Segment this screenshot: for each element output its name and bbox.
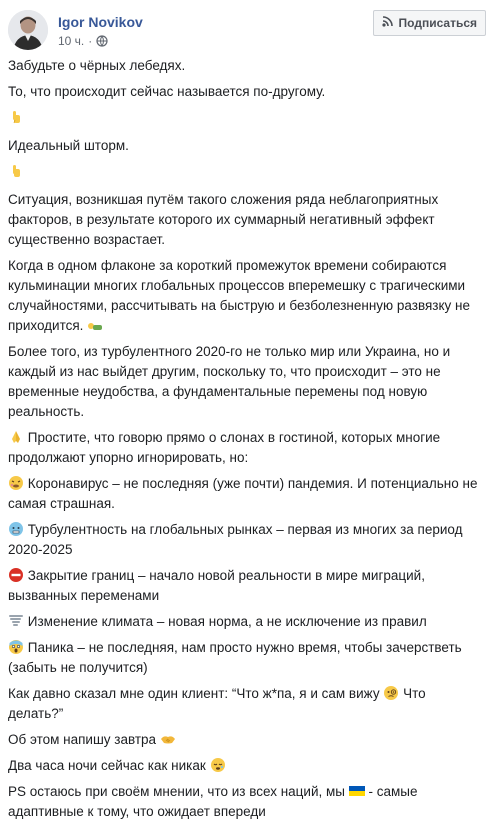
paragraph-7-wrap: Простите, что говорю прямо о слонах в го… [8,428,478,468]
meta-separator: · [88,34,93,48]
paragraph-4: Ситуация, возникшая путём такого сложени… [8,192,439,247]
person-lying-emoji [87,317,103,333]
tornado-emoji [8,613,24,629]
post-timestamp[interactable]: 10 ч. [58,34,84,48]
paragraph-16-start: PS остаюсь при своём мнении, что из всех… [8,784,345,799]
paragraph-7: Простите, что говорю прямо о слонах в го… [8,430,441,465]
paragraph-10: Закрытие границ – начало новой реальност… [8,568,425,603]
paragraph-9: Турбулентность на глобальных рынках – пе… [8,522,463,557]
sick-face-emoji [8,475,24,491]
paragraph-9-wrap: Турбулентность на глобальных рынках – пе… [8,520,478,560]
face-with-monocle-emoji [383,685,399,701]
paragraph-13-wrap: Как давно сказал мне один клиент: “Что ж… [8,684,478,724]
paragraph-10-wrap: Закрытие границ – начало новой реальност… [8,566,478,606]
paragraph-15: Два часа ночи сейчас как никак [8,758,206,773]
paragraph-14-wrap: Об этом напишу завтра [8,730,478,750]
paragraph-3: Идеальный шторм. [8,138,129,153]
paragraph-12: Паника – не последняя, нам просто нужно … [8,640,462,675]
paragraph-13-start: Как давно сказал мне один клиент: “Что ж… [8,686,380,701]
subscribe-label: Подписаться [398,16,477,30]
subscribe-button[interactable]: Подписаться [372,10,486,36]
author-name[interactable]: Igor Novikov [58,14,143,30]
pointing-down-line-1 [8,108,478,130]
pointing-down-emoji [8,163,24,179]
handshake-emoji [160,731,176,747]
cold-sweat-face-emoji [8,521,24,537]
facebook-post: Igor Novikov 10 ч. · Подписаться Забудьт… [0,0,494,819]
pointing-down-emoji [8,109,24,125]
folded-hands-emoji [8,429,24,445]
no-entry-emoji [8,567,24,583]
paragraph-2: То, что происходит сейчас называется по-… [8,84,326,99]
pointing-down-line-2 [8,162,478,184]
paragraph-6: Более того, из турбулентного 2020-го не … [8,344,451,419]
paragraph-8: Коронавирус – не последняя (уже почти) п… [8,476,478,511]
paragraph-11-wrap: Изменение климата – новая норма, а не ис… [8,612,478,632]
paragraph-8-wrap: Коронавирус – не последняя (уже почти) п… [8,474,478,514]
globe-icon [96,35,108,47]
paragraph-1: Забудьте о чёрных лебедях. [8,58,186,73]
post-header: Igor Novikov 10 ч. · Подписаться [8,8,486,52]
post-body: Забудьте о чёрных лебедях. То, что проис… [8,56,478,828]
paragraph-5-wrap: Когда в одном флаконе за короткий промеж… [8,256,478,336]
sleepy-face-emoji [210,757,226,773]
post-meta: 10 ч. · [58,34,108,48]
screaming-face-emoji [8,639,24,655]
rss-icon [381,16,393,30]
paragraph-14: Об этом напишу завтра [8,732,157,747]
paragraph-11: Изменение климата – новая норма, а не ис… [27,614,427,629]
paragraph-15-wrap: Два часа ночи сейчас как никак [8,756,478,776]
paragraph-16-wrap: PS остаюсь при своём мнении, что из всех… [8,782,478,822]
avatar[interactable] [8,10,48,50]
paragraph-12-wrap: Паника – не последняя, нам просто нужно … [8,638,478,678]
ukraine-flag-emoji [348,783,365,799]
paragraph-5: Когда в одном флаконе за короткий промеж… [8,258,471,333]
